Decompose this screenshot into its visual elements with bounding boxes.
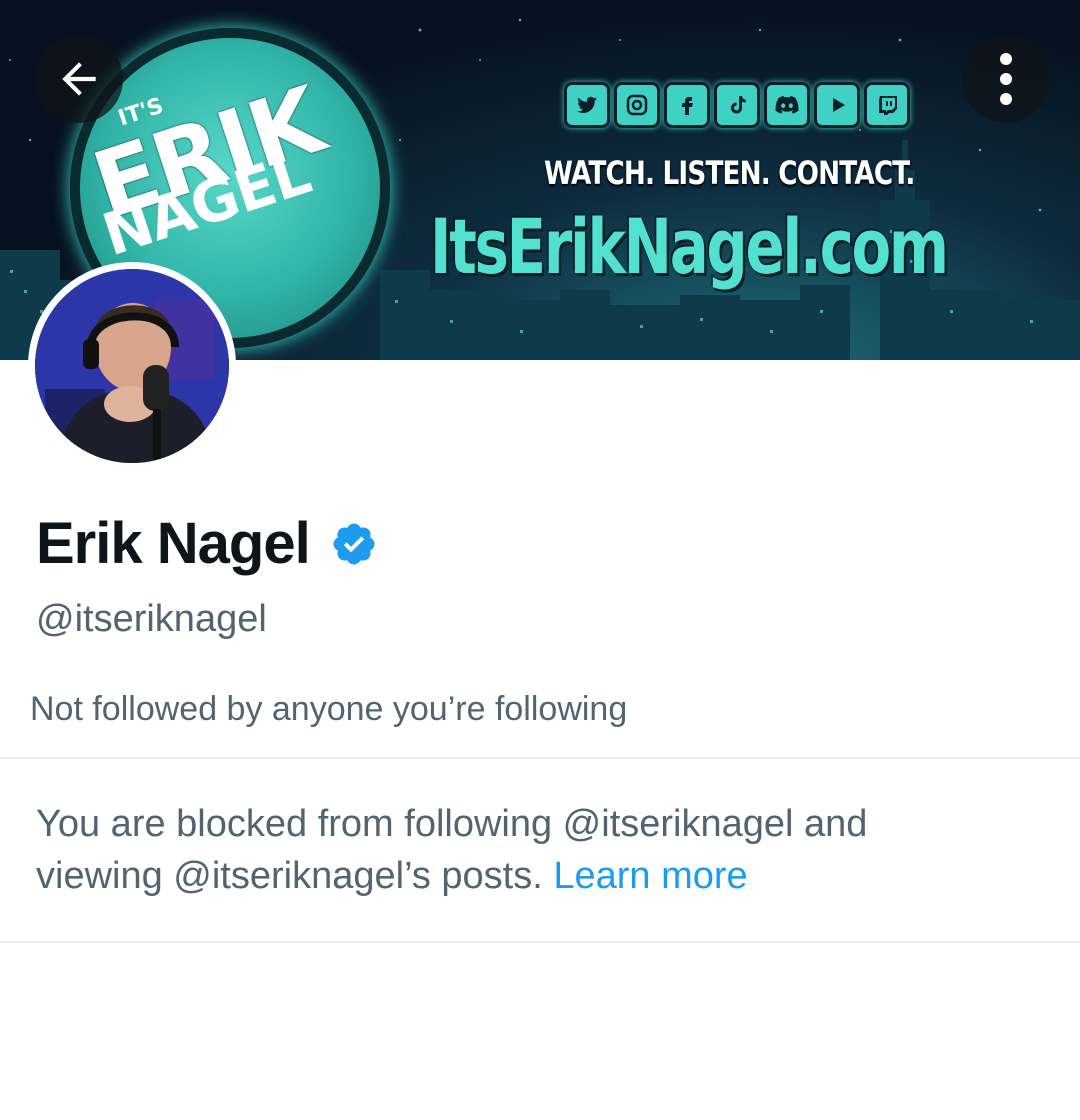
back-button[interactable] xyxy=(35,35,123,123)
banner-website: ItsErikNagel.com xyxy=(430,202,949,291)
profile-name: Erik Nagel xyxy=(36,511,311,576)
youtube-icon xyxy=(814,82,860,128)
discord-icon xyxy=(764,82,810,128)
blocked-notice: You are blocked from following @itserikn… xyxy=(36,798,996,902)
profile-name-row: Erik Nagel xyxy=(36,510,378,577)
followed-by-text: Not followed by anyone you’re following xyxy=(30,690,628,728)
profile-handle: @itseriknagel xyxy=(36,598,267,640)
twitter-icon xyxy=(564,82,610,128)
learn-more-link[interactable]: Learn more xyxy=(553,855,747,897)
more-options-button[interactable] xyxy=(962,35,1050,123)
divider xyxy=(0,941,1080,943)
divider xyxy=(0,757,1080,759)
tiktok-icon xyxy=(714,82,760,128)
verified-badge-icon[interactable] xyxy=(330,520,378,568)
banner-social-icons xyxy=(564,82,910,128)
avatar[interactable] xyxy=(28,262,236,470)
banner-tagline: WATCH. LISTEN. CONTACT. xyxy=(544,154,915,192)
twitch-icon xyxy=(864,82,910,128)
facebook-icon xyxy=(664,82,710,128)
more-vertical-icon xyxy=(1000,53,1012,105)
avatar-photo xyxy=(35,269,229,463)
arrow-left-icon xyxy=(62,62,96,96)
instagram-icon xyxy=(614,82,660,128)
